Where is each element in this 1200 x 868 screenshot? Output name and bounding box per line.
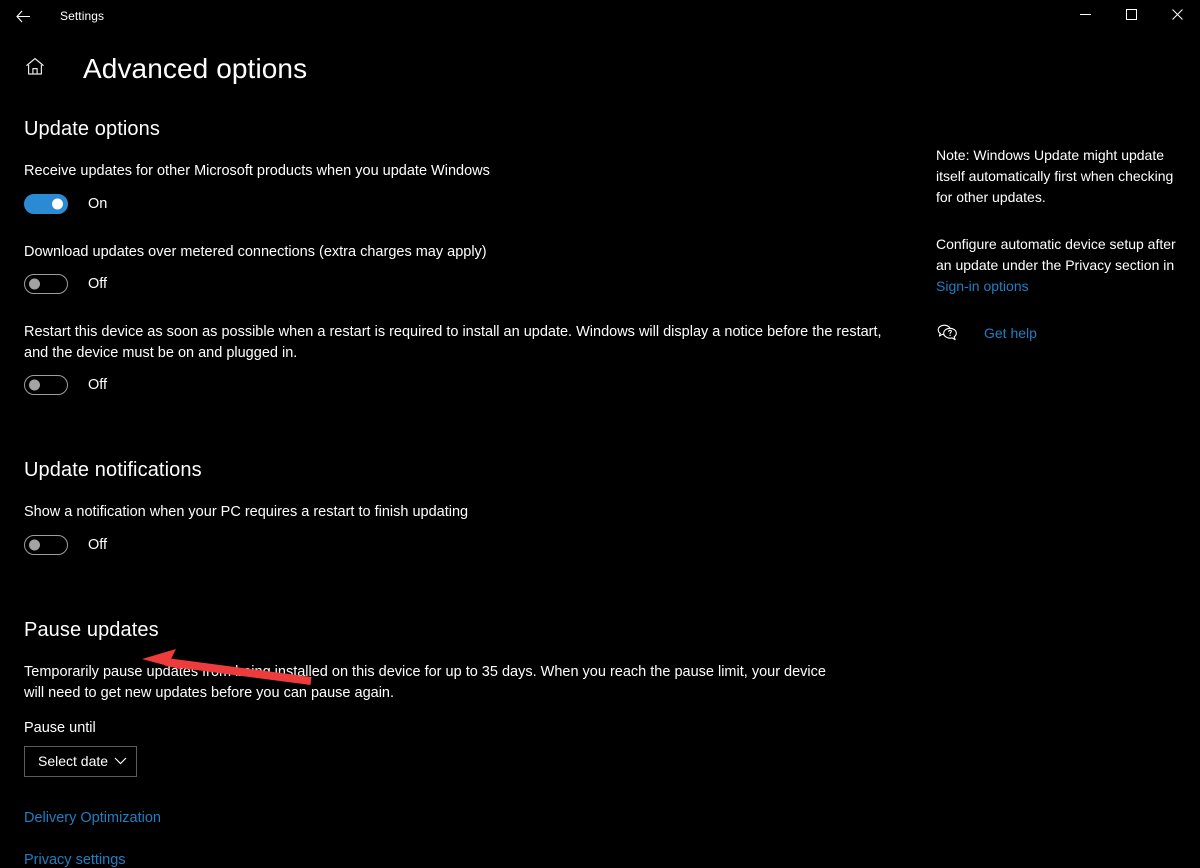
- link-delivery-optimization[interactable]: Delivery Optimization: [24, 810, 909, 826]
- toggle-state-label: Off: [88, 536, 108, 553]
- link-sign-in-options[interactable]: Sign-in options: [936, 278, 1029, 294]
- toggle-knob: [29, 539, 40, 551]
- setting-description: Download updates over metered connection…: [24, 243, 487, 260]
- setting-description: Show a notification when your PC require…: [24, 504, 469, 521]
- close-icon: [1171, 7, 1183, 25]
- main-content: Update options Receive updates for other…: [24, 118, 909, 868]
- section-title-update-notifications: Update notifications: [24, 459, 202, 482]
- toggle-receive-updates-other-products[interactable]: [24, 193, 68, 214]
- toggle-row: Off: [24, 273, 909, 295]
- toggle-state-label: Off: [88, 276, 108, 293]
- configure-device-setup-note: Configure automatic device setup after a…: [936, 234, 1176, 297]
- pause-until-selected-value: Select date: [38, 753, 109, 770]
- setting-restart-asap: Restart this device as soon as possible …: [24, 322, 909, 396]
- note-windows-update: Note: Windows Update might update itself…: [936, 147, 1174, 205]
- setting-description: Receive updates for other Microsoft prod…: [24, 163, 490, 179]
- setting-show-restart-notification: Show a notification when your PC require…: [24, 502, 909, 556]
- page-title: Advanced options: [83, 53, 308, 84]
- toggle-knob: [29, 379, 40, 391]
- toggle-show-restart-notification[interactable]: [24, 534, 68, 555]
- right-info-panel: Note: Windows Update might update itself…: [936, 145, 1176, 343]
- home-button[interactable]: [18, 52, 52, 86]
- pause-until-combobox[interactable]: Select date: [24, 745, 137, 777]
- link-get-help[interactable]: Get help: [984, 325, 1037, 341]
- section-pause-updates: Pause updates Temporarily pause updates …: [24, 619, 909, 868]
- maximize-icon: [1125, 7, 1137, 25]
- setting-receive-updates-other-products: Receive updates for other Microsoft prod…: [24, 161, 909, 215]
- minimize-button[interactable]: [1062, 0, 1108, 32]
- toggle-row: Off: [24, 534, 909, 556]
- toggle-metered-connections[interactable]: [24, 274, 68, 295]
- toggle-state-label: On: [88, 195, 108, 212]
- window-title: Settings: [60, 9, 105, 23]
- configure-text: Configure automatic device setup after a…: [936, 236, 1176, 273]
- setting-description: Restart this device as soon as possible …: [24, 324, 882, 361]
- back-button[interactable]: [0, 0, 46, 32]
- chevron-down-icon: [114, 757, 127, 765]
- window-controls: [1062, 0, 1200, 32]
- toggle-restart-asap[interactable]: [24, 375, 68, 396]
- link-privacy-settings[interactable]: Privacy settings: [24, 852, 909, 868]
- get-help-row[interactable]: Get help: [936, 323, 1176, 343]
- close-button[interactable]: [1154, 0, 1200, 32]
- toggle-row: On: [24, 193, 909, 215]
- page-header: Advanced options: [0, 52, 1200, 86]
- pause-until-label: Pause until: [24, 719, 96, 736]
- minimize-icon: [1079, 7, 1091, 25]
- help-speech-bubble-icon: [936, 323, 958, 343]
- toggle-state-label: Off: [88, 377, 108, 394]
- toggle-knob: [52, 198, 63, 210]
- section-title-pause-updates: Pause updates: [24, 618, 159, 641]
- window-titlebar: Settings: [0, 0, 1200, 32]
- maximize-button[interactable]: [1108, 0, 1154, 32]
- pause-updates-description: Temporarily pause updates from being ins…: [24, 663, 826, 701]
- section-update-notifications: Update notifications Show a notification…: [24, 459, 909, 556]
- footer-links: Delivery Optimization Privacy settings: [24, 810, 909, 868]
- back-arrow-icon: [15, 10, 31, 23]
- home-icon: [25, 57, 45, 81]
- setting-metered-connections: Download updates over metered connection…: [24, 242, 909, 296]
- section-update-options: Update options Receive updates for other…: [24, 118, 909, 396]
- section-title-update-options: Update options: [24, 118, 160, 140]
- toggle-row: Off: [24, 374, 909, 396]
- toggle-knob: [29, 278, 40, 290]
